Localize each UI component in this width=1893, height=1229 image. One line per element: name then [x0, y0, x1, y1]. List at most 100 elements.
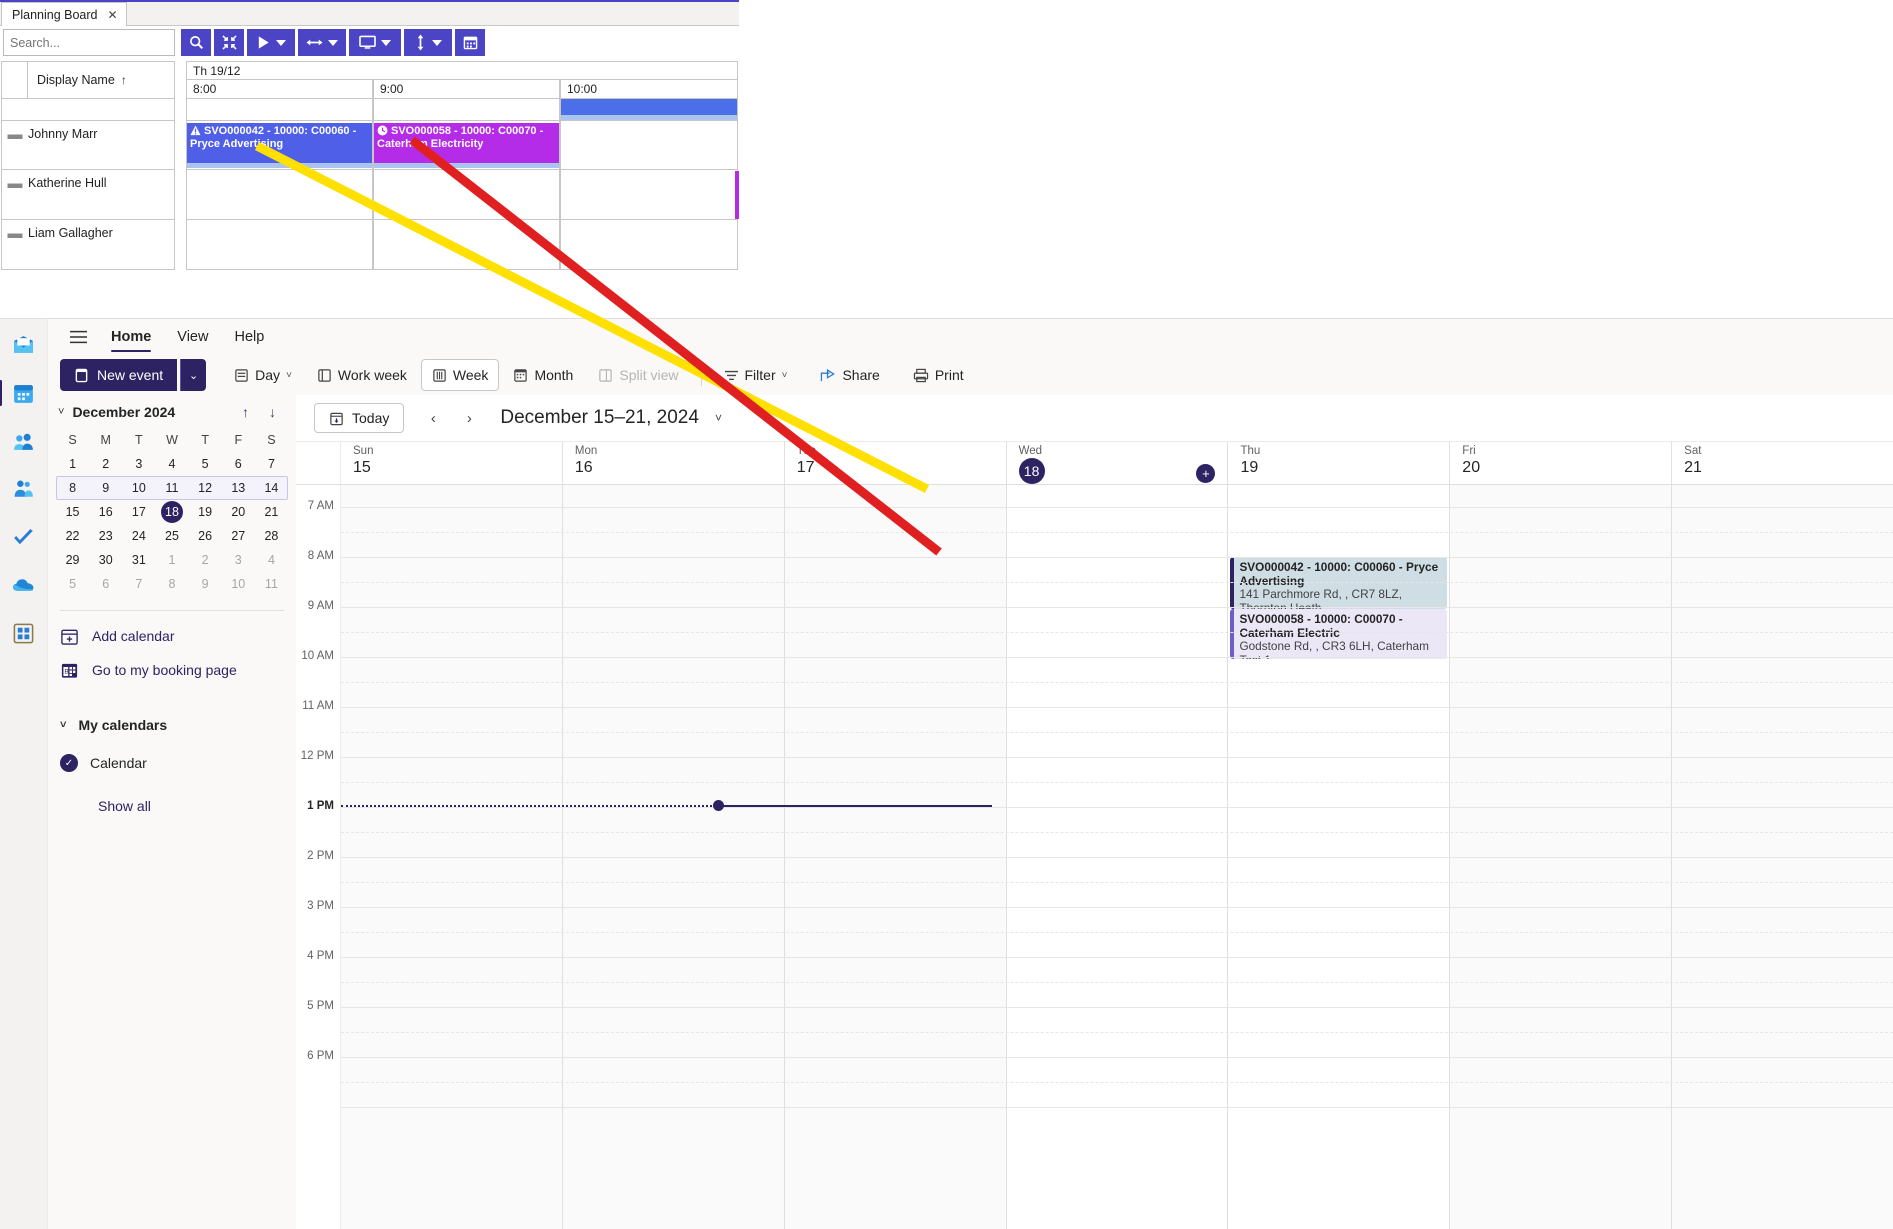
mini-day[interactable]: 22: [56, 525, 89, 548]
mini-day[interactable]: 10: [122, 477, 155, 500]
calendar-event-svo000058[interactable]: SVO000058 - 10000: C00070 - Caterham Ele…: [1230, 609, 1448, 659]
filter-button[interactable]: Filter ˅: [713, 359, 799, 391]
day-column-fri[interactable]: [1450, 485, 1673, 1229]
mini-day[interactable]: 11: [255, 573, 288, 596]
next-week-button[interactable]: ›: [454, 403, 484, 433]
horizontal-resize-button[interactable]: [298, 29, 346, 56]
new-event-dropdown-button[interactable]: ⌄: [180, 359, 207, 391]
people-icon[interactable]: [8, 425, 40, 457]
chevron-down-icon[interactable]: ˅: [60, 719, 66, 731]
resource-row-liam-gallagher[interactable]: ▬ Liam Gallagher: [1, 220, 175, 270]
chevron-down-icon[interactable]: ˅: [286, 370, 292, 381]
mini-day[interactable]: 8: [155, 573, 188, 596]
teams-icon[interactable]: [8, 473, 40, 505]
day-header-mon[interactable]: Mon 16: [563, 442, 785, 484]
checkmark-icon[interactable]: ✓: [60, 754, 78, 772]
calendar-button[interactable]: [455, 29, 485, 56]
tab-help[interactable]: Help: [223, 321, 275, 353]
hamburger-icon[interactable]: [60, 322, 96, 352]
expand-icon[interactable]: ▬: [2, 127, 28, 142]
mini-day[interactable]: 4: [255, 549, 288, 572]
mini-day[interactable]: 7: [255, 453, 288, 476]
planning-board-event-svo000058[interactable]: SVO000058 - 10000: C00070 - Caterham Ele…: [374, 123, 559, 168]
mini-calendar-next-button[interactable]: ↓: [263, 404, 282, 420]
day-column-sat[interactable]: [1672, 485, 1893, 1229]
chevron-down-icon[interactable]: [381, 39, 391, 46]
partial-event-marker[interactable]: [735, 171, 739, 219]
slot-cell[interactable]: [373, 220, 560, 270]
expand-icon[interactable]: ▬: [2, 226, 28, 241]
chevron-down-icon[interactable]: ˅: [715, 411, 722, 425]
mini-day[interactable]: 1: [155, 549, 188, 572]
mini-day[interactable]: 13: [222, 477, 255, 500]
mini-day[interactable]: 7: [122, 573, 155, 596]
slot-cell[interactable]: [186, 99, 373, 121]
slot-cell[interactable]: [373, 99, 560, 121]
mini-day[interactable]: 5: [56, 573, 89, 596]
mini-day[interactable]: 10: [222, 573, 255, 596]
day-header-thu[interactable]: Thu 19: [1228, 442, 1451, 484]
view-day-button[interactable]: Day ˅: [223, 359, 303, 391]
search-input[interactable]: [3, 29, 175, 56]
onedrive-cloud-icon[interactable]: [8, 569, 40, 601]
mini-day[interactable]: 2: [189, 549, 222, 572]
day-column-sun[interactable]: [341, 485, 563, 1229]
add-calendar-button[interactable]: Add calendar: [48, 619, 296, 653]
tab-planning-board[interactable]: Planning Board ✕: [1, 2, 127, 26]
day-header-wed[interactable]: Wed 18 +: [1007, 442, 1229, 484]
day-header-fri[interactable]: Fri 20: [1450, 442, 1673, 484]
mini-day[interactable]: 30: [89, 549, 122, 572]
slot-cell-selected[interactable]: [560, 99, 738, 121]
display-button[interactable]: [349, 29, 401, 56]
sort-ascending-icon[interactable]: ↑: [121, 73, 127, 87]
mini-day[interactable]: 24: [122, 525, 155, 548]
view-month-button[interactable]: Month: [502, 359, 584, 391]
tab-view[interactable]: View: [166, 321, 219, 353]
mini-day[interactable]: 14: [255, 477, 288, 500]
calendar-event-svo000042[interactable]: SVO000042 - 10000: C00060 - Pryce Advert…: [1230, 557, 1448, 609]
tab-home[interactable]: Home: [100, 321, 162, 353]
chevron-down-icon[interactable]: [432, 39, 442, 46]
mini-day[interactable]: 8: [56, 477, 89, 500]
mini-day[interactable]: 3: [222, 549, 255, 572]
print-button[interactable]: Print: [902, 359, 975, 391]
chevron-down-icon[interactable]: ˅: [58, 406, 64, 418]
mini-day[interactable]: 26: [189, 525, 222, 548]
mini-day[interactable]: 15: [56, 501, 89, 524]
mini-day[interactable]: 11: [155, 477, 188, 500]
mail-icon[interactable]: [8, 329, 40, 361]
search-button[interactable]: [181, 29, 211, 56]
day-header-sun[interactable]: Sun 15: [341, 442, 563, 484]
day-header-sat[interactable]: Sat 21: [1672, 442, 1893, 484]
view-week-button[interactable]: Week: [420, 359, 500, 391]
calendar-list-item[interactable]: ✓ Calendar: [48, 747, 296, 779]
mini-day[interactable]: 1: [56, 453, 89, 476]
day-column-wed[interactable]: [1006, 485, 1229, 1229]
mini-day[interactable]: 5: [189, 453, 222, 476]
mini-day[interactable]: 28: [255, 525, 288, 548]
mini-day[interactable]: 3: [122, 453, 155, 476]
mini-day[interactable]: 6: [89, 573, 122, 596]
mini-day[interactable]: 31: [122, 549, 155, 572]
previous-week-button[interactable]: ‹: [418, 403, 448, 433]
mini-day[interactable]: 23: [89, 525, 122, 548]
mini-day[interactable]: 9: [189, 573, 222, 596]
mini-day[interactable]: 21: [255, 501, 288, 524]
add-event-icon[interactable]: +: [1196, 464, 1216, 483]
mini-day[interactable]: 2: [89, 453, 122, 476]
mini-day[interactable]: 6: [222, 453, 255, 476]
mini-day[interactable]: 27: [222, 525, 255, 548]
planning-board-event-svo000042[interactable]: SVO000042 - 10000: C00060 - Pryce Advert…: [187, 123, 372, 168]
mini-day[interactable]: 29: [56, 549, 89, 572]
play-button[interactable]: [247, 29, 295, 56]
my-calendars-section[interactable]: ˅ My calendars: [48, 709, 296, 741]
slot-cell[interactable]: [373, 170, 560, 220]
slot-cell[interactable]: [186, 170, 373, 220]
vertical-resize-button[interactable]: [404, 29, 452, 56]
apps-grid-icon[interactable]: [8, 617, 40, 649]
slot-cell[interactable]: [560, 220, 738, 270]
todo-check-icon[interactable]: [8, 521, 40, 553]
day-column-thu[interactable]: SVO000042 - 10000: C00060 - Pryce Advert…: [1228, 485, 1451, 1229]
chevron-down-icon[interactable]: ˅: [782, 370, 788, 381]
close-icon[interactable]: ✕: [107, 9, 117, 21]
